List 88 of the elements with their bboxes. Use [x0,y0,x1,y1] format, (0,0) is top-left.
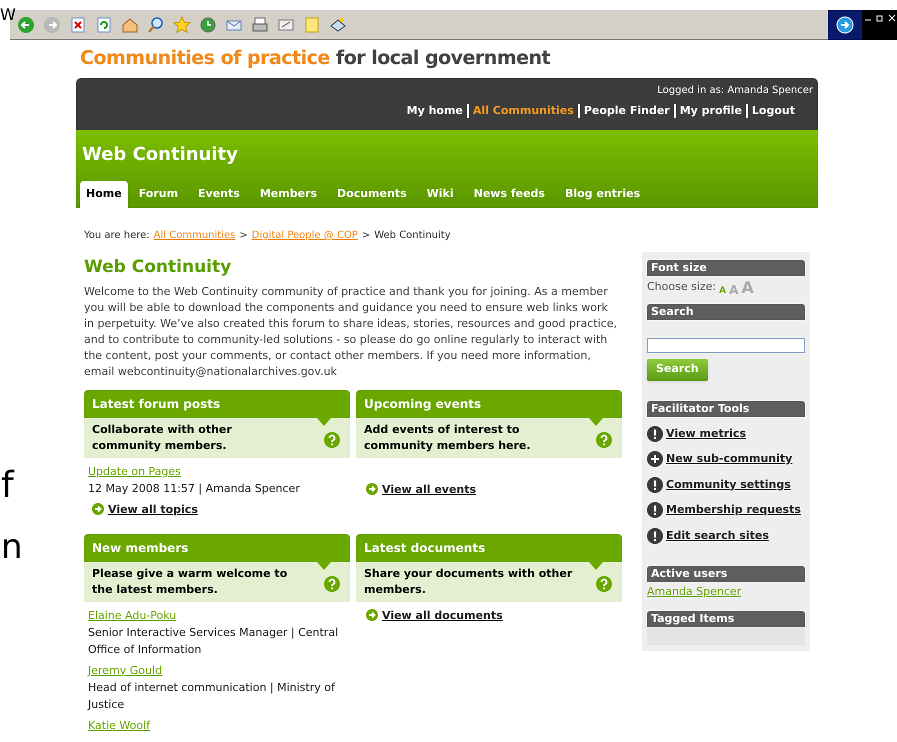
stop-icon[interactable] [69,16,87,34]
tab[interactable]: Forum [130,181,188,208]
font-size-option[interactable]: A [729,284,738,296]
choose-size-label: Choose size: [647,279,716,295]
member-link[interactable]: Elaine Adu-Poku [88,606,176,624]
printer-icon[interactable] [251,16,269,34]
home-icon[interactable] [121,16,139,34]
section-header: Font size [647,260,805,276]
callout-notch [317,562,331,570]
refresh-icon[interactable] [95,16,113,34]
breadcrumb-label: You are here: [84,229,150,243]
help-icon[interactable] [596,432,612,448]
history-icon[interactable] [199,16,217,34]
view-all-link[interactable]: View all documents [382,606,503,624]
breadcrumb-separator: > [362,229,370,243]
callout-notch [589,562,603,570]
star-icon[interactable] [173,16,191,34]
nav-link[interactable]: My profile [676,104,748,118]
member-link[interactable]: Jeremy Gould [88,662,162,678]
tool-link[interactable]: Edit search sites [666,528,769,544]
logged-in-text: Logged in as: Amanda Spencer [657,84,813,98]
section-header: Search [647,304,805,320]
panel-description: Share your documents with other members. [364,566,574,598]
background-text: n [1,530,23,564]
intro-paragraph: Welcome to the Web Continuity community of practice and thank you for joining. As a member you will be able to download the components and guidance you need to ensure web links work in perpetuity. We’ve also created this forum to share ideas, stories, resources and good practice, and to contribute to community-led solutions - so please do go online regularly to interact with the content, post your comments, or contact other members. If you need more information, email webcontinuity@nationalarchives.gov.uk [84,284,618,380]
section-header: Tagged Items [647,610,805,626]
item-detail: Head of internet communication | Ministry of Justice [88,680,336,712]
font-size-option[interactable]: A [741,280,754,296]
member-link[interactable]: Katie Woolf [88,716,150,734]
plus-icon [647,451,663,468]
exclamation-icon [647,528,663,544]
messenger-icon[interactable] [329,16,347,34]
exclamation-icon [647,426,663,442]
go-button[interactable] [828,10,862,40]
user-link[interactable]: Amanda Spencer [647,584,742,600]
background-text: W [0,7,16,23]
background-text: f [1,468,14,504]
help-icon[interactable] [324,576,340,592]
search-button[interactable]: Search [647,358,708,380]
nav-link[interactable]: My home [402,104,469,118]
nav-link[interactable]: All Communities [468,104,580,118]
tab[interactable]: News feeds [464,181,554,208]
tab[interactable]: Events [189,181,249,208]
panel-description: Add events of interest to community members here. [364,422,532,454]
search-field[interactable] [647,338,805,352]
search-icon[interactable] [147,16,165,34]
breadcrumb-current: Web Continuity [374,229,451,243]
exclamation-icon [647,476,663,493]
panel-description: Please give a warm welcome to the latest members. [92,566,288,598]
forward-icon[interactable] [43,16,61,34]
tab[interactable]: Blog entries [556,181,650,208]
item-detail: 12 May 2008 11:57 | Amanda Spencer [88,480,301,496]
section-header: Facilitator Tools [647,400,805,416]
tab[interactable]: Documents [328,181,416,208]
back-icon[interactable] [17,16,35,34]
view-all-link[interactable]: View all topics [108,500,198,518]
arrow-icon [366,483,378,495]
tool-link[interactable]: New sub-community [666,451,792,468]
section-header: Active users [647,566,805,582]
breadcrumb-link[interactable]: Digital People @ COP [252,228,358,243]
tab[interactable]: Members [250,181,326,208]
callout-notch [317,418,331,426]
breadcrumb-separator: > [239,229,248,243]
community-title: Web Continuity [81,143,239,167]
view-all-link[interactable]: View all events [382,480,476,498]
panel-description: Collaborate with other community members. [92,422,233,454]
font-size-option[interactable]: A [719,286,726,296]
tool-link[interactable]: View metrics [666,426,746,442]
page-heading: Web Continuity [84,256,232,279]
restore-icon[interactable] [876,14,884,22]
member-link[interactable]: Update on Pages [88,462,181,480]
callout-notch [589,418,603,426]
nav-link[interactable]: People Finder [580,104,676,118]
tab[interactable]: Home [80,181,128,208]
help-icon[interactable] [596,576,612,592]
exclamation-icon [647,502,663,518]
close-icon[interactable] [888,14,896,22]
tool-link[interactable]: Community settings [666,476,791,493]
item-detail: Senior Interactive Services Manager | Central Office of Information [88,624,340,658]
arrow-icon [366,609,378,621]
arrow-icon [92,503,104,515]
tab[interactable]: Wiki [418,181,463,208]
breadcrumb-link[interactable]: All Communities [154,228,236,243]
site-logo[interactable]: Communities of practice for local government [0,40,897,78]
nav-link[interactable]: Logout [748,104,799,118]
note-icon[interactable] [303,16,321,34]
tool-link[interactable]: Membership requests [666,502,801,518]
help-icon[interactable] [324,432,340,448]
